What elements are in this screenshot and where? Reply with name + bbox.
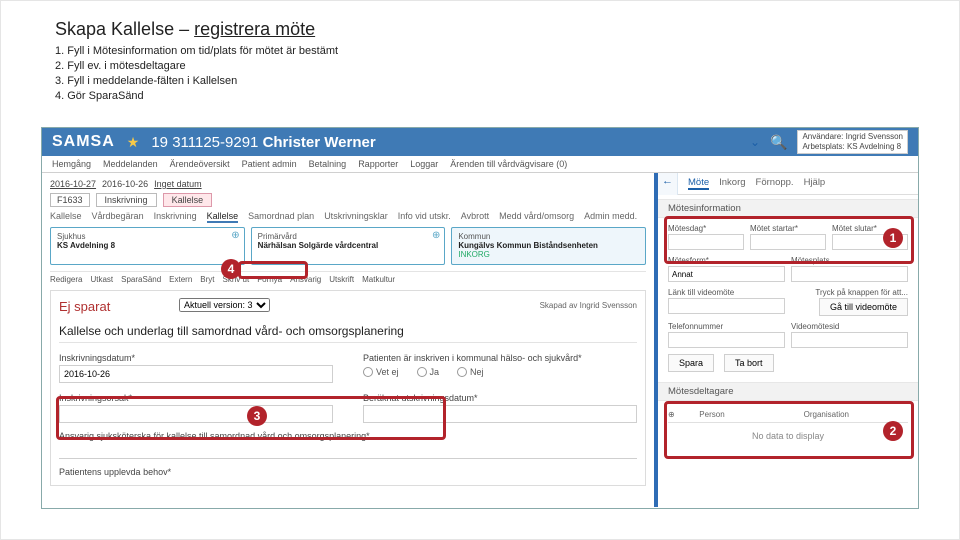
case-id[interactable]: F1633 <box>50 193 90 207</box>
plus-icon[interactable]: ⊕ <box>432 230 440 241</box>
star-icon[interactable]: ★ <box>127 134 140 151</box>
videolank-input[interactable] <box>668 298 785 314</box>
section-deltagare: Mötesdeltagare <box>658 382 918 401</box>
sparasand-link[interactable]: SparaSänd <box>121 275 161 284</box>
app-header: SAMSA ★ 19 311125-9291 Christer Werner ⌄… <box>42 128 918 156</box>
panel-title: Kallelse och underlag till samordnad vår… <box>59 324 637 338</box>
tab-inskrivning[interactable]: Inskrivning <box>96 193 157 207</box>
step-badge: 4 <box>221 259 241 279</box>
subtabs: Kallelse Vårdbegäran Inskrivning Kallels… <box>50 211 646 223</box>
search-icon[interactable]: 🔍 <box>770 134 787 151</box>
menu-item[interactable]: Ärendeöversikt <box>170 159 230 169</box>
chevron-down-icon[interactable]: ⌄ <box>750 135 760 149</box>
delete-button[interactable]: Ta bort <box>724 354 774 372</box>
date-yesterday[interactable]: 2016-10-26 <box>102 179 148 189</box>
ansvarig-input[interactable] <box>59 443 637 459</box>
slide-steps: 1. Fyll i Mötesinformation om tid/plats … <box>55 44 959 103</box>
motesplats-input[interactable] <box>791 266 908 282</box>
card-kommun[interactable]: Kommun Kungälvs Kommun Biståndsenheten I… <box>451 227 646 265</box>
menu-item[interactable]: Meddelanden <box>103 159 158 169</box>
date-today[interactable]: 2016-10-27 <box>50 179 96 189</box>
step-badge: 2 <box>883 421 903 441</box>
label: Inskrivningsdatum* <box>59 353 333 363</box>
menubar: Hemgång Meddelanden Ärendeöversikt Patie… <box>42 156 918 173</box>
main-area: 2016-10-27 2016-10-26 Inget datum F1633 … <box>42 173 658 507</box>
videoid-input[interactable] <box>791 332 908 348</box>
label: Patienten är inskriven i kommunal hälso-… <box>363 353 637 363</box>
highlight-box <box>664 401 914 459</box>
login-info: Användare: Ingrid Svensson Arbetsplats: … <box>797 130 908 153</box>
card-primarvard[interactable]: ⊕ Primärvård Närhälsan Solgärde vårdcent… <box>251 227 446 265</box>
menu-item[interactable]: Rapporter <box>358 159 398 169</box>
version-select[interactable]: Aktuell version: 3 <box>179 298 270 312</box>
tab-inkorg[interactable]: Inkorg <box>719 177 745 190</box>
menu-item[interactable]: Hemgång <box>52 159 91 169</box>
patient-info: 19 311125-9291 Christer Werner <box>151 134 375 151</box>
slide-title: Skapa Kallelse – registrera möte <box>55 19 959 40</box>
radio-nej[interactable]: Nej <box>457 367 484 377</box>
date-nodate[interactable]: Inget datum <box>154 179 202 189</box>
action-row: Redigera Utkast SparaSänd Extern Bryt Sk… <box>50 271 646 284</box>
radio-ja[interactable]: Ja <box>417 367 440 377</box>
highlight-box <box>664 216 914 264</box>
motesform-input[interactable] <box>668 266 785 282</box>
telefon-input[interactable] <box>668 332 785 348</box>
logo: SAMSA <box>52 133 115 151</box>
save-button[interactable]: Spara <box>668 354 714 372</box>
menu-item[interactable]: Ärenden till vårdvägvisare (0) <box>450 159 567 169</box>
inskrivningsdatum-input[interactable] <box>59 365 333 383</box>
card-sjukhus[interactable]: ⊕ Sjukhus KS Avdelning 8 <box>50 227 245 265</box>
label: Patientens upplevda behov* <box>59 467 637 477</box>
form-panel: Ej sparat Aktuell version: 3 Skapad av I… <box>50 290 646 486</box>
tab-mote[interactable]: Möte <box>688 177 709 190</box>
step-badge: 1 <box>883 228 903 248</box>
radio-vetej[interactable]: Vet ej <box>363 367 399 377</box>
highlight-box <box>238 261 308 279</box>
menu-item[interactable]: Patient admin <box>242 159 297 169</box>
tab-hjalp[interactable]: Hjälp <box>804 177 826 190</box>
tab-fornopp[interactable]: Förnopp. <box>756 177 794 190</box>
step-badge: 3 <box>247 406 267 426</box>
tab-kallelse[interactable]: Kallelse <box>163 193 213 207</box>
menu-item[interactable]: Loggar <box>410 159 438 169</box>
goto-video-button[interactable]: Gå till videomöte <box>819 298 908 316</box>
menu-item[interactable]: Betalning <box>309 159 347 169</box>
collapse-arrow-icon[interactable]: ← <box>658 173 678 195</box>
created-by: Skapad av Ingrid Svensson <box>540 301 637 310</box>
plus-icon[interactable]: ⊕ <box>231 230 239 241</box>
